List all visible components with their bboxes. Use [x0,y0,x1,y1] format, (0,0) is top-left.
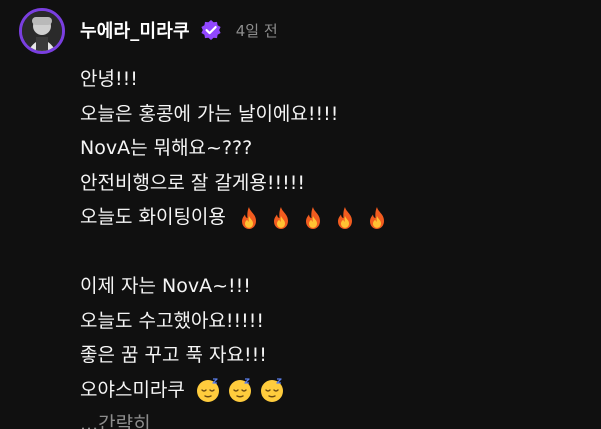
post-line-text: 안녕!!! [80,68,138,90]
verified-badge-icon [200,19,222,41]
fire-emoji-icon [364,205,390,231]
post-line: 안전비행으로 잘 갈게용!!!!! [80,166,580,201]
fire-emoji-icon [236,205,262,231]
post-line: 오늘은 홍콩에 가는 날이에요!!!! [80,97,580,132]
post-line: NovA는 뭐해요~??? [80,131,580,166]
post-header: 누에라_미라쿠 4일 전 [80,16,278,44]
post-line: 안녕!!! [80,62,580,97]
avatar[interactable] [19,8,65,54]
post-card: 누에라_미라쿠 4일 전 안녕!!! 오늘은 홍콩에 가는 날이에요!!!! N… [0,0,601,429]
post-line: 오늘도 수고했아요!!!!! [80,304,580,339]
post-line-text: 좋은 꿈 꾸고 푹 자요!!! [80,344,267,366]
post-line: 오야스미라쿠 [80,373,580,408]
post-line-text: 오늘은 홍콩에 가는 날이에요!!!! [80,102,339,125]
post-line-text: 오야스미라쿠 [80,378,185,401]
post-line-text: NovA는 뭐해요~??? [80,137,253,159]
avatar-image [22,11,62,51]
post-timestamp: 4일 전 [235,21,278,40]
post-line: 좋은 꿈 꾸고 푹 자요!!! [80,338,580,373]
sleepy-face-emoji-icon [195,377,221,403]
fire-emoji-row [236,205,390,231]
post-line: 이제 자는 NovA~!!! [80,269,580,304]
fire-emoji-icon [268,205,294,231]
post-line-text: 안전비행으로 잘 갈게용!!!!! [80,171,305,194]
sleepy-face-emoji-icon [259,377,285,403]
fire-emoji-icon [300,205,326,231]
post-line-text: 오늘도 수고했아요!!!!! [80,309,264,332]
collapse-link[interactable]: ...간략히 [80,407,580,429]
post-line-text: 오늘도 화이팅이용 [80,206,226,228]
post-body: 안녕!!! 오늘은 홍콩에 가는 날이에요!!!! NovA는 뭐해요~??? … [80,62,580,429]
sleepy-face-emoji-icon [227,377,253,403]
username[interactable]: 누에라_미라쿠 [80,17,190,43]
sleepy-emoji-row [195,377,285,403]
fire-emoji-icon [332,205,358,231]
post-line-text: 이제 자는 NovA~!!! [80,275,251,297]
post-line: 오늘도 화이팅이용 [80,200,580,235]
